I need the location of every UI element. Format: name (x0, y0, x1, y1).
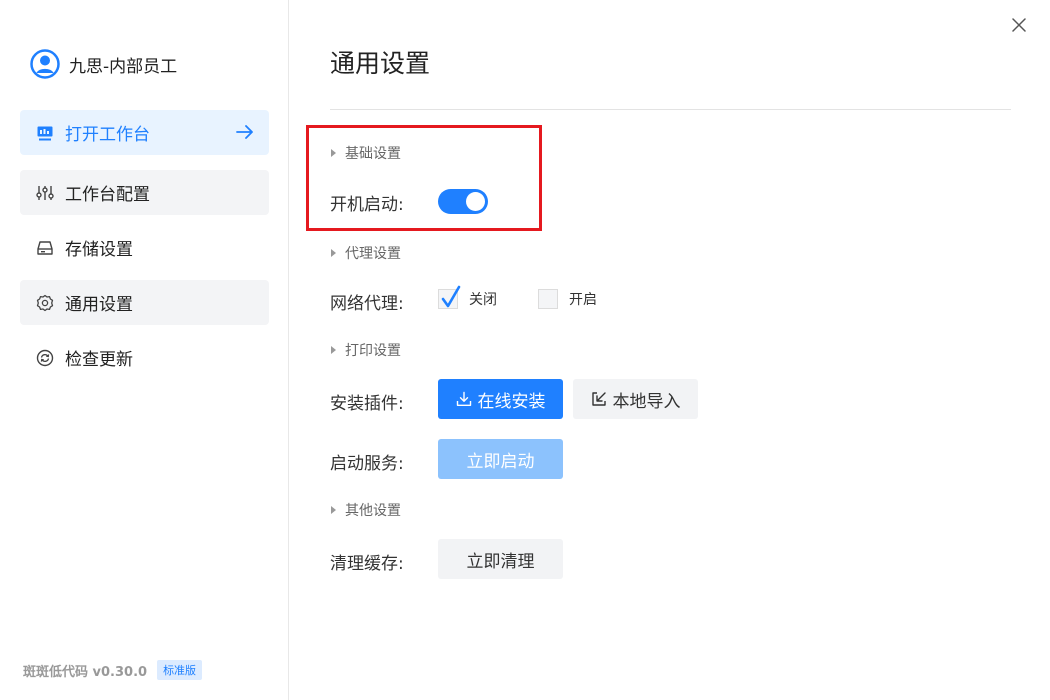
section-header-other[interactable]: 其他设置 (331, 500, 401, 520)
arrow-right-icon (236, 125, 253, 139)
download-icon (456, 391, 471, 406)
caret-right-icon (331, 346, 336, 354)
online-install-button[interactable]: 在线安装 (438, 379, 563, 419)
proxy-on-checkbox[interactable]: 开启 (538, 289, 597, 309)
checkbox-box (538, 289, 558, 309)
settings-window: 九思-内部员工 打开工作台 工作台配置 存储设置 通用设置 检查更新 斑斑低代码… (0, 0, 1050, 700)
highlight-box (306, 125, 542, 231)
boot-start-label: 开机启动: (330, 195, 404, 215)
start-service-label: 启动服务: (330, 454, 404, 474)
section-header-proxy[interactable]: 代理设置 (331, 243, 401, 263)
section-header-print[interactable]: 打印设置 (331, 340, 401, 360)
section-header-label: 打印设置 (345, 343, 401, 359)
sidebar: 九思-内部员工 打开工作台 工作台配置 存储设置 通用设置 检查更新 斑斑低代码… (0, 0, 289, 700)
gear-icon (36, 294, 54, 312)
start-now-button[interactable]: 立即启动 (438, 439, 563, 479)
clear-cache-label: 清理缓存: (330, 554, 404, 574)
install-plugin-label: 安装插件: (330, 394, 404, 414)
button-label: 立即启动 (466, 451, 535, 472)
checkbox-label: 关闭 (469, 292, 497, 308)
checkbox-label: 开启 (569, 292, 597, 308)
import-icon (591, 392, 606, 406)
page-title: 通用设置 (330, 49, 431, 78)
user-name: 九思-内部员工 (69, 56, 178, 77)
sidebar-item-general-settings[interactable]: 通用设置 (20, 280, 269, 325)
checkbox-box (438, 285, 461, 309)
sidebar-item-open-workbench[interactable]: 打开工作台 (20, 110, 269, 155)
user-profile[interactable]: 九思-内部员工 (30, 49, 177, 79)
close-icon[interactable] (1009, 15, 1029, 35)
button-label: 立即清理 (466, 551, 535, 572)
version-text: 斑斑低代码 v0.30.0 (23, 664, 148, 680)
section-header-label: 其他设置 (345, 503, 401, 519)
sidebar-item-storage[interactable]: 存储设置 (20, 225, 269, 270)
local-import-button[interactable]: 本地导入 (573, 379, 698, 419)
checkmark-icon (441, 285, 461, 308)
sidebar-item-workbench-config[interactable]: 工作台配置 (20, 170, 269, 215)
monitor-icon (36, 124, 54, 142)
proxy-off-checkbox[interactable]: 关闭 (438, 285, 497, 309)
sidebar-item-check-update[interactable]: 检查更新 (20, 335, 269, 380)
boot-start-toggle[interactable] (438, 189, 488, 214)
refresh-icon (36, 349, 54, 367)
drive-icon (36, 239, 54, 257)
network-proxy-label: 网络代理: (330, 294, 404, 314)
sidebar-item-label: 工作台配置 (65, 185, 150, 205)
button-label: 本地导入 (612, 391, 681, 412)
sidebar-item-label: 打开工作台 (65, 125, 150, 145)
title-divider (330, 109, 1011, 110)
sidebar-item-label: 检查更新 (65, 350, 133, 370)
caret-right-icon (331, 506, 336, 514)
sidebar-item-label: 存储设置 (65, 240, 133, 260)
user-avatar-icon (30, 49, 60, 79)
clean-now-button[interactable]: 立即清理 (438, 539, 563, 579)
section-header-basic[interactable]: 基础设置 (331, 143, 401, 163)
button-label: 在线安装 (477, 391, 546, 412)
caret-right-icon (331, 149, 336, 157)
caret-right-icon (331, 249, 336, 257)
sliders-icon (36, 184, 54, 202)
version-footer: 斑斑低代码 v0.30.0 标准版 (23, 660, 203, 680)
toggle-knob (466, 192, 485, 211)
edition-badge: 标准版 (157, 660, 203, 680)
section-header-label: 基础设置 (345, 146, 401, 162)
section-header-label: 代理设置 (345, 246, 401, 262)
sidebar-item-label: 通用设置 (65, 295, 133, 315)
